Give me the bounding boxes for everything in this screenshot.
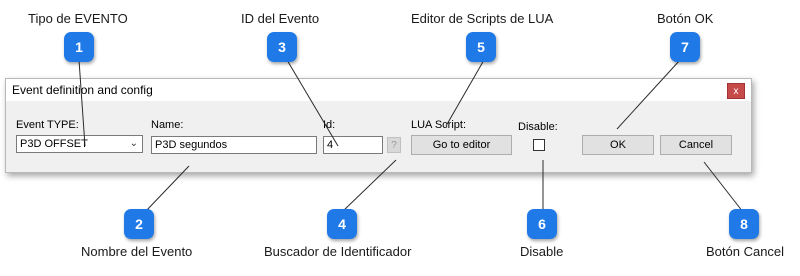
name-input[interactable]: P3D segundos bbox=[151, 136, 317, 154]
callout-badge-6: 6 bbox=[527, 209, 557, 239]
callout-badge-8: 8 bbox=[729, 209, 759, 239]
callout-badge-4: 4 bbox=[327, 209, 357, 239]
callout-label-2: Nombre del Evento bbox=[81, 244, 193, 259]
event-config-dialog: Event definition and config x Event TYPE… bbox=[5, 78, 752, 173]
lua-script-label: LUA Script: bbox=[411, 119, 467, 131]
id-lookup-button[interactable]: ? bbox=[387, 137, 401, 153]
event-type-select[interactable]: P3D OFFSET ⌄ bbox=[16, 135, 143, 153]
cancel-button[interactable]: Cancel bbox=[660, 135, 732, 155]
callout-label-1: Tipo de EVENTO bbox=[28, 11, 128, 26]
callout-label-7: Botón OK bbox=[657, 11, 714, 26]
id-label: Id: bbox=[323, 119, 336, 131]
dialog-title: Event definition and config bbox=[12, 83, 153, 97]
callout-label-5: Editor de Scripts de LUA bbox=[411, 11, 554, 26]
callout-badge-1: 1 bbox=[64, 32, 94, 62]
disable-label: Disable: bbox=[518, 121, 558, 133]
disable-checkbox[interactable] bbox=[533, 139, 545, 151]
event-type-value: P3D OFFSET bbox=[20, 138, 88, 150]
close-icon[interactable]: x bbox=[727, 83, 745, 99]
title-bar: Event definition and config x bbox=[6, 79, 751, 101]
ok-button[interactable]: OK bbox=[582, 135, 654, 155]
go-to-editor-button[interactable]: Go to editor bbox=[411, 135, 512, 155]
id-input[interactable]: 4 bbox=[323, 136, 383, 154]
callout-label-8: Botón Cancel bbox=[706, 244, 785, 259]
callout-label-3: ID del Evento bbox=[241, 11, 320, 26]
event-type-label: Event TYPE: bbox=[16, 119, 79, 131]
callout-badge-2: 2 bbox=[124, 209, 154, 239]
callout-label-6: Disable bbox=[520, 244, 564, 259]
callout-label-4: Buscador de Identificador bbox=[264, 244, 412, 259]
chevron-down-icon: ⌄ bbox=[129, 138, 138, 149]
name-label: Name: bbox=[151, 119, 184, 131]
callout-badge-3: 3 bbox=[267, 32, 297, 62]
callout-badge-7: 7 bbox=[670, 32, 700, 62]
callout-badge-5: 5 bbox=[466, 32, 496, 62]
